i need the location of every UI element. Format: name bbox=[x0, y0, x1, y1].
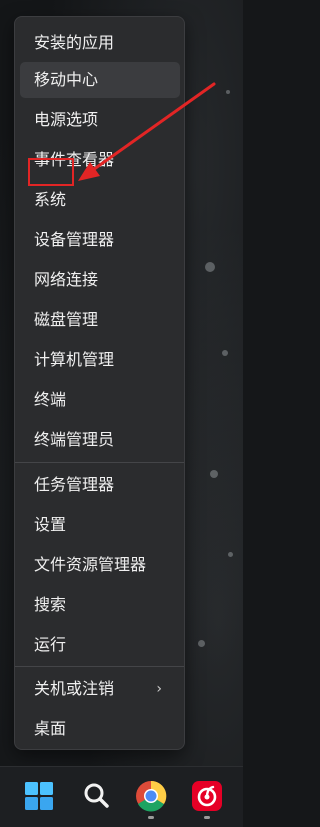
menu-item-search[interactable]: 搜索 bbox=[20, 587, 180, 623]
running-indicator bbox=[148, 816, 154, 819]
menu-item-shutdown-signout[interactable]: 关机或注销 › bbox=[20, 671, 180, 707]
search-icon[interactable] bbox=[79, 779, 113, 813]
menu-item-power-options[interactable]: 电源选项 bbox=[20, 102, 180, 138]
menu-item-file-explorer[interactable]: 文件资源管理器 bbox=[20, 547, 180, 583]
menu-item-desktop[interactable]: 桌面 bbox=[20, 711, 180, 747]
menu-item-disk-management[interactable]: 磁盘管理 bbox=[20, 302, 180, 338]
windows-start-icon[interactable] bbox=[22, 779, 56, 813]
menu-item-terminal-admin[interactable]: 终端管理员 bbox=[20, 422, 180, 458]
menu-item-computer-management[interactable]: 计算机管理 bbox=[20, 342, 180, 378]
menu-item-shutdown-label: 关机或注销 bbox=[34, 679, 115, 698]
menu-item-task-manager[interactable]: 任务管理器 bbox=[20, 467, 180, 503]
menu-separator bbox=[15, 666, 184, 667]
menu-item-terminal[interactable]: 终端 bbox=[20, 382, 180, 418]
chevron-right-icon: › bbox=[156, 681, 162, 697]
menu-item-installed-apps[interactable]: 安装的应用 bbox=[20, 25, 180, 61]
running-indicator bbox=[204, 816, 210, 819]
netease-music-icon[interactable] bbox=[190, 779, 224, 819]
menu-item-device-manager[interactable]: 设备管理器 bbox=[20, 222, 180, 258]
chrome-icon[interactable] bbox=[134, 779, 168, 819]
menu-item-system[interactable]: 系统 bbox=[20, 182, 180, 218]
taskbar bbox=[0, 766, 243, 827]
menu-item-run[interactable]: 运行 bbox=[20, 627, 180, 663]
menu-item-network-connections[interactable]: 网络连接 bbox=[20, 262, 180, 298]
menu-item-event-viewer[interactable]: 事件查看器 bbox=[20, 142, 180, 178]
winx-context-menu: 安装的应用 移动中心 电源选项 事件查看器 系统 设备管理器 网络连接 磁盘管理… bbox=[14, 16, 185, 750]
menu-item-mobility-center[interactable]: 移动中心 bbox=[20, 62, 180, 98]
menu-item-settings[interactable]: 设置 bbox=[20, 507, 180, 543]
menu-separator bbox=[15, 462, 184, 463]
